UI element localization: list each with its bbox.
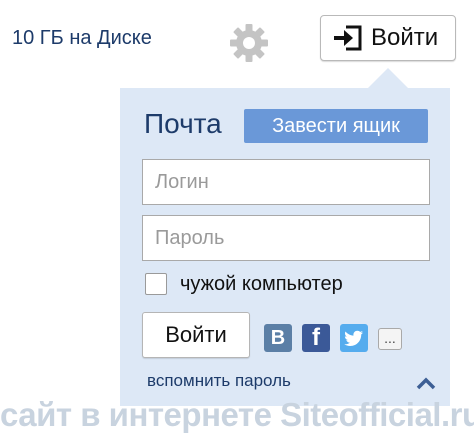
login-input[interactable]	[142, 159, 430, 205]
login-button[interactable]: Войти	[320, 15, 456, 61]
page: 10 ГБ на Диске Войти Почта Завести ящик …	[0, 0, 474, 439]
create-mailbox-button[interactable]: Завести ящик	[244, 109, 428, 143]
watermark: сайт в интернете Siteofficial.ru	[0, 396, 474, 433]
enter-icon	[334, 25, 362, 51]
password-input[interactable]	[142, 215, 430, 261]
vk-login-icon[interactable]: В	[264, 324, 292, 352]
foreign-computer-checkbox[interactable]	[145, 273, 167, 295]
chevron-up-icon[interactable]	[414, 374, 438, 392]
foreign-computer-label: чужой компьютер	[180, 273, 343, 295]
twitter-login-icon[interactable]	[340, 324, 368, 352]
panel-pointer	[368, 68, 408, 88]
gear-icon[interactable]	[228, 22, 270, 64]
mail-title: Почта	[144, 108, 222, 139]
more-login-options-button[interactable]: ...	[378, 328, 402, 350]
submit-login-button[interactable]: Войти	[142, 312, 250, 358]
twitter-bird-icon	[344, 330, 363, 346]
disk-space-link[interactable]: 10 ГБ на Диске	[12, 27, 152, 50]
login-button-label: Войти	[371, 24, 439, 51]
facebook-login-icon[interactable]: f	[302, 324, 330, 352]
forgot-password-link[interactable]: вспомнить пароль	[147, 371, 291, 391]
